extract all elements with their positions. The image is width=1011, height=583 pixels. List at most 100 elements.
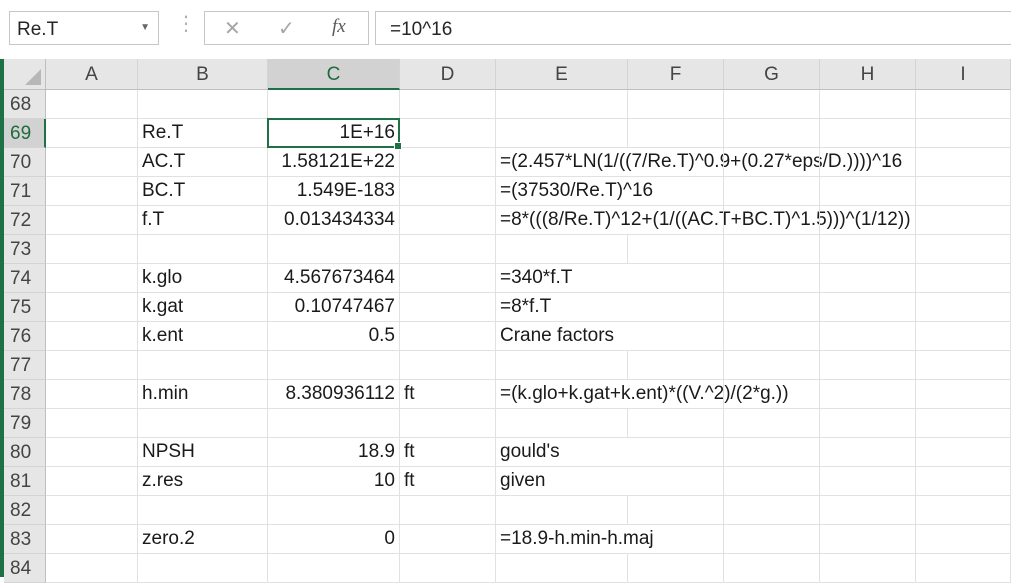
column-header-b[interactable]: B bbox=[138, 59, 268, 90]
cell-d81[interactable]: ft bbox=[400, 467, 496, 496]
cell-g74[interactable] bbox=[724, 264, 820, 293]
row-header-74[interactable]: 74 bbox=[4, 264, 46, 293]
cell-h82[interactable] bbox=[820, 496, 916, 525]
cell-c71[interactable]: 1.549E-183 bbox=[268, 177, 400, 206]
cell-g73[interactable] bbox=[724, 235, 820, 264]
cell-h69[interactable] bbox=[820, 119, 916, 148]
row-header-76[interactable]: 76 bbox=[4, 322, 46, 351]
cell-c78[interactable]: 8.380936112 bbox=[268, 380, 400, 409]
column-header-g[interactable]: G bbox=[724, 59, 820, 90]
cell-f68[interactable] bbox=[628, 90, 724, 119]
cell-f69[interactable] bbox=[628, 119, 724, 148]
cell-i73[interactable] bbox=[916, 235, 1011, 264]
cell-b76[interactable]: k.ent bbox=[138, 322, 268, 351]
cell-i77[interactable] bbox=[916, 351, 1011, 380]
cell-i70[interactable] bbox=[916, 148, 1011, 177]
cell-f76[interactable] bbox=[628, 322, 724, 351]
cell-h77[interactable] bbox=[820, 351, 916, 380]
cell-a74[interactable] bbox=[46, 264, 138, 293]
cell-d71[interactable] bbox=[400, 177, 496, 206]
select-all-button[interactable] bbox=[4, 59, 46, 90]
cell-h81[interactable] bbox=[820, 467, 916, 496]
cell-h80[interactable] bbox=[820, 438, 916, 467]
cell-c82[interactable] bbox=[268, 496, 400, 525]
cell-i82[interactable] bbox=[916, 496, 1011, 525]
cell-a72[interactable] bbox=[46, 206, 138, 235]
cell-b73[interactable] bbox=[138, 235, 268, 264]
cell-b74[interactable]: k.glo bbox=[138, 264, 268, 293]
cell-g76[interactable] bbox=[724, 322, 820, 351]
cell-f74[interactable] bbox=[628, 264, 724, 293]
cell-a77[interactable] bbox=[46, 351, 138, 380]
cell-a81[interactable] bbox=[46, 467, 138, 496]
row-header-77[interactable]: 77 bbox=[4, 351, 46, 380]
cell-e80[interactable]: gould's bbox=[496, 438, 628, 467]
column-header-i[interactable]: I bbox=[916, 59, 1011, 90]
cell-a83[interactable] bbox=[46, 525, 138, 554]
cell-e76[interactable]: Crane factors bbox=[496, 322, 628, 351]
cell-c77[interactable] bbox=[268, 351, 400, 380]
cell-i78[interactable] bbox=[916, 380, 1011, 409]
cell-i71[interactable] bbox=[916, 177, 1011, 206]
cell-g83[interactable] bbox=[724, 525, 820, 554]
cell-g72[interactable] bbox=[724, 206, 820, 235]
cell-i79[interactable] bbox=[916, 409, 1011, 438]
row-header-80[interactable]: 80 bbox=[4, 438, 46, 467]
insert-function-icon[interactable]: fx bbox=[332, 16, 346, 38]
cell-f84[interactable] bbox=[628, 554, 724, 583]
cell-d74[interactable] bbox=[400, 264, 496, 293]
cell-d75[interactable] bbox=[400, 293, 496, 322]
cell-e69[interactable] bbox=[496, 119, 628, 148]
cell-c72[interactable]: 0.013434334 bbox=[268, 206, 400, 235]
cell-i84[interactable] bbox=[916, 554, 1011, 583]
cell-i83[interactable] bbox=[916, 525, 1011, 554]
cell-e77[interactable] bbox=[496, 351, 628, 380]
cell-h70[interactable] bbox=[820, 148, 916, 177]
cell-g78[interactable] bbox=[724, 380, 820, 409]
row-header-69[interactable]: 69 bbox=[4, 119, 46, 148]
cell-g81[interactable] bbox=[724, 467, 820, 496]
cell-h78[interactable] bbox=[820, 380, 916, 409]
cell-e84[interactable] bbox=[496, 554, 628, 583]
cell-d76[interactable] bbox=[400, 322, 496, 351]
cell-c69[interactable]: 1E+16 bbox=[268, 119, 400, 148]
cell-d72[interactable] bbox=[400, 206, 496, 235]
cell-c75[interactable]: 0.10747467 bbox=[268, 293, 400, 322]
cell-i74[interactable] bbox=[916, 264, 1011, 293]
cell-d84[interactable] bbox=[400, 554, 496, 583]
cell-b80[interactable]: NPSH bbox=[138, 438, 268, 467]
cell-b70[interactable]: AC.T bbox=[138, 148, 268, 177]
row-header-83[interactable]: 83 bbox=[4, 525, 46, 554]
row-header-79[interactable]: 79 bbox=[4, 409, 46, 438]
cell-a75[interactable] bbox=[46, 293, 138, 322]
cell-a78[interactable] bbox=[46, 380, 138, 409]
cell-e81[interactable]: given bbox=[496, 467, 628, 496]
cell-e70[interactable]: =(2.457*LN(1/((7/Re.T)^0.9+(0.27*eps/D.)… bbox=[496, 148, 902, 177]
cell-i68[interactable] bbox=[916, 90, 1011, 119]
cell-b84[interactable] bbox=[138, 554, 268, 583]
cell-a79[interactable] bbox=[46, 409, 138, 438]
cell-g80[interactable] bbox=[724, 438, 820, 467]
row-header-84[interactable]: 84 bbox=[4, 554, 46, 583]
cell-c73[interactable] bbox=[268, 235, 400, 264]
cell-e75[interactable]: =8*f.T bbox=[496, 293, 628, 322]
cell-f70[interactable] bbox=[628, 148, 724, 177]
row-header-71[interactable]: 71 bbox=[4, 177, 46, 206]
cell-d73[interactable] bbox=[400, 235, 496, 264]
row-header-70[interactable]: 70 bbox=[4, 148, 46, 177]
column-header-c[interactable]: C bbox=[268, 59, 400, 90]
cell-d70[interactable] bbox=[400, 148, 496, 177]
cell-h72[interactable] bbox=[820, 206, 916, 235]
cell-a80[interactable] bbox=[46, 438, 138, 467]
column-header-d[interactable]: D bbox=[400, 59, 496, 90]
name-box[interactable]: Re.T ▼ bbox=[9, 11, 159, 45]
cell-c79[interactable] bbox=[268, 409, 400, 438]
cell-d77[interactable] bbox=[400, 351, 496, 380]
cell-f82[interactable] bbox=[628, 496, 724, 525]
cell-e73[interactable] bbox=[496, 235, 628, 264]
row-header-82[interactable]: 82 bbox=[4, 496, 46, 525]
cell-i69[interactable] bbox=[916, 119, 1011, 148]
row-header-68[interactable]: 68 bbox=[4, 90, 46, 119]
cell-f73[interactable] bbox=[628, 235, 724, 264]
cell-g84[interactable] bbox=[724, 554, 820, 583]
